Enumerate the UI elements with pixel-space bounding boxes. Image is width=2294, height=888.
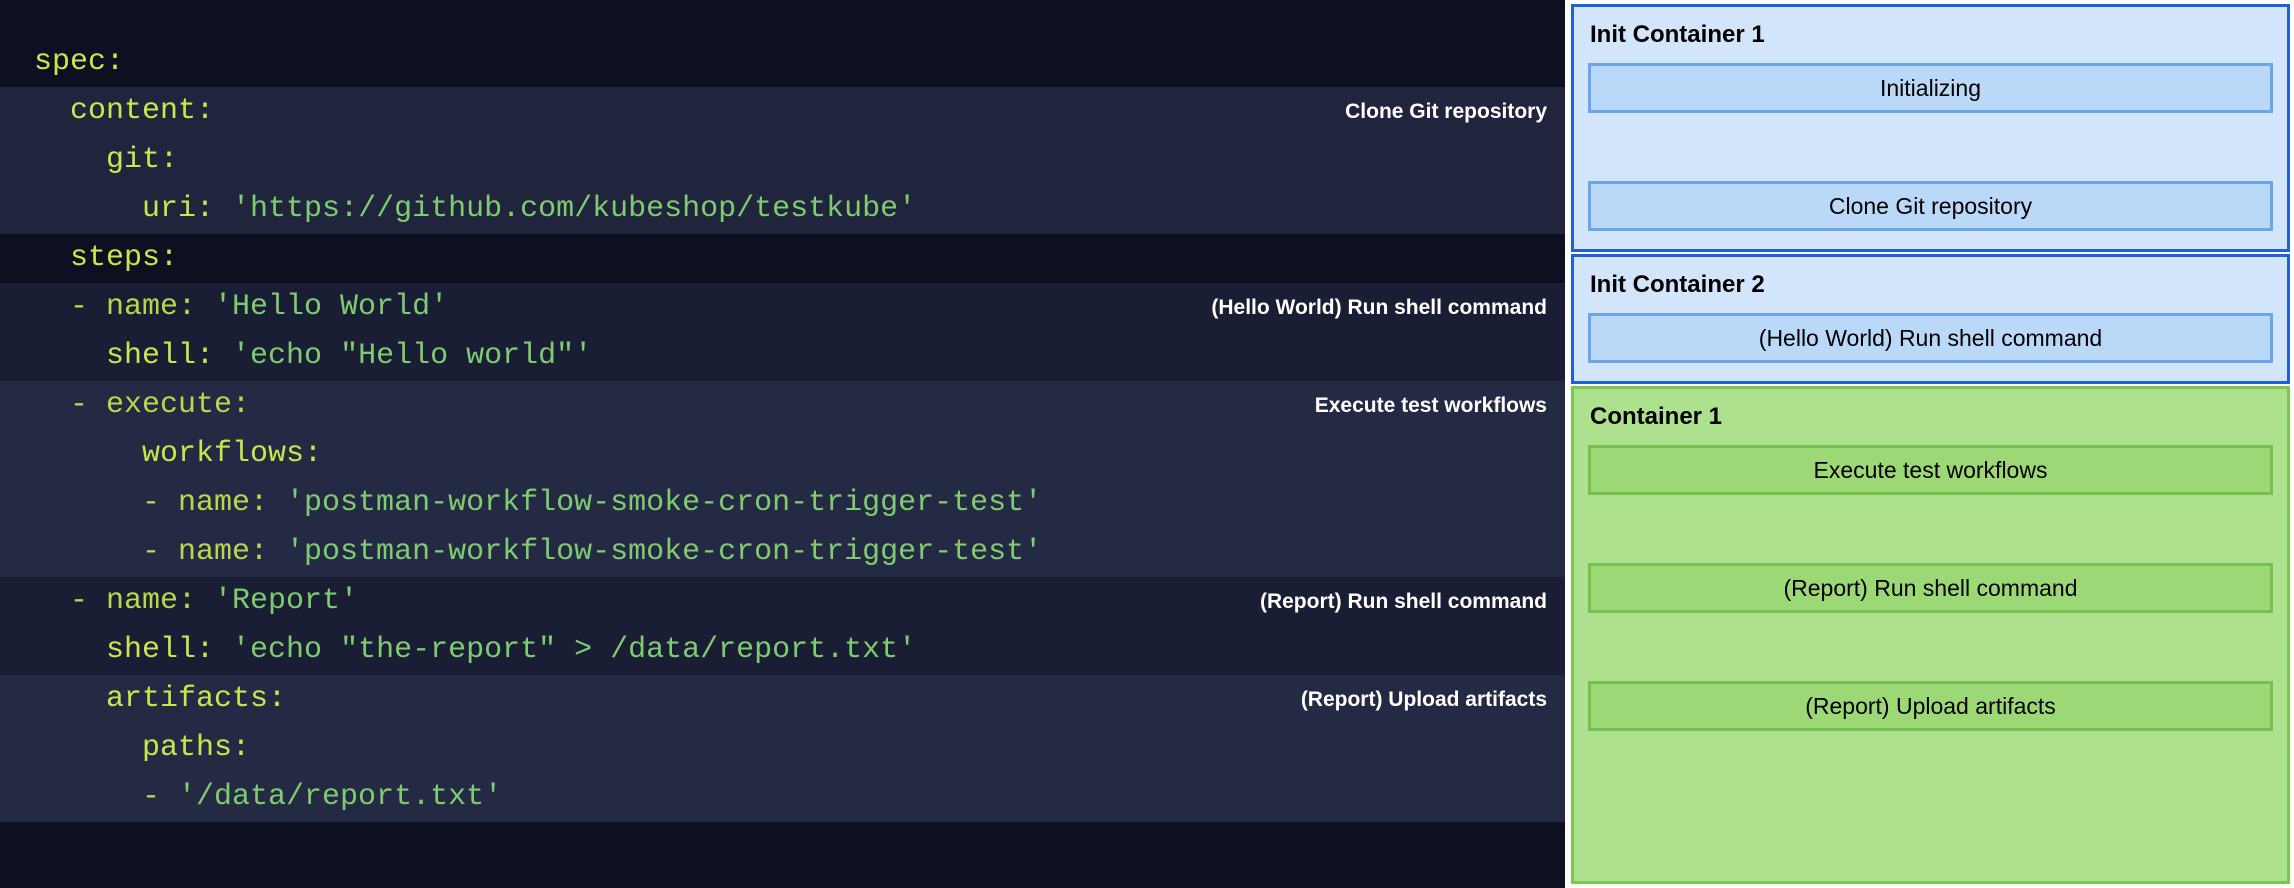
container-diagram: Init Container 1 Initializing Clone Git … <box>1565 0 2294 888</box>
code-line: git: <box>0 136 1565 185</box>
code-line: - execute: Execute test workflows <box>0 381 1565 430</box>
code-line: spec: <box>0 38 1565 87</box>
init-container-2-box: Init Container 2 (Hello World) Run shell… <box>1571 254 2290 384</box>
container-1-box: Container 1 Execute test workflows (Repo… <box>1571 386 2290 884</box>
step-pill-report-shell: (Report) Run shell command <box>1588 563 2273 613</box>
step-pill-report-artifacts: (Report) Upload artifacts <box>1588 681 2273 731</box>
code-line: shell: 'echo "the-report" > /data/report… <box>0 626 1565 675</box>
step-pill-execute-workflows: Execute test workflows <box>1588 445 2273 495</box>
annotation-report-shell: (Report) Run shell command <box>1260 584 1547 618</box>
code-line: - name: 'postman-workflow-smoke-cron-tri… <box>0 528 1565 577</box>
box-title: Container 1 <box>1590 403 2273 431</box>
code-line: paths: <box>0 724 1565 773</box>
annotation-report-artifacts: (Report) Upload artifacts <box>1301 682 1547 716</box>
code-line: - '/data/report.txt' <box>0 773 1565 822</box>
annotation-clone-git: Clone Git repository <box>1345 94 1547 128</box>
box-title: Init Container 2 <box>1590 271 2273 299</box>
code-line: uri: 'https://github.com/kubeshop/testku… <box>0 185 1565 234</box>
code-line: shell: 'echo "Hello world"' <box>0 332 1565 381</box>
code-line: - name: 'Report' (Report) Run shell comm… <box>0 577 1565 626</box>
step-pill-initializing: Initializing <box>1588 63 2273 113</box>
annotation-hello-world: (Hello World) Run shell command <box>1211 290 1547 324</box>
yaml-code-panel: spec: content: Clone Git repository git:… <box>0 0 1565 888</box>
step-pill-clone-git: Clone Git repository <box>1588 181 2273 231</box>
code-line: artifacts: (Report) Upload artifacts <box>0 675 1565 724</box>
init-container-1-box: Init Container 1 Initializing Clone Git … <box>1571 4 2290 252</box>
code-line: - name: 'Hello World' (Hello World) Run … <box>0 283 1565 332</box>
box-title: Init Container 1 <box>1590 21 2273 49</box>
annotation-execute-workflows: Execute test workflows <box>1315 388 1547 422</box>
step-pill-hello-world: (Hello World) Run shell command <box>1588 313 2273 363</box>
code-line: - name: 'postman-workflow-smoke-cron-tri… <box>0 479 1565 528</box>
code-line: content: Clone Git repository <box>0 87 1565 136</box>
code-line: steps: <box>0 234 1565 283</box>
code-line: workflows: <box>0 430 1565 479</box>
